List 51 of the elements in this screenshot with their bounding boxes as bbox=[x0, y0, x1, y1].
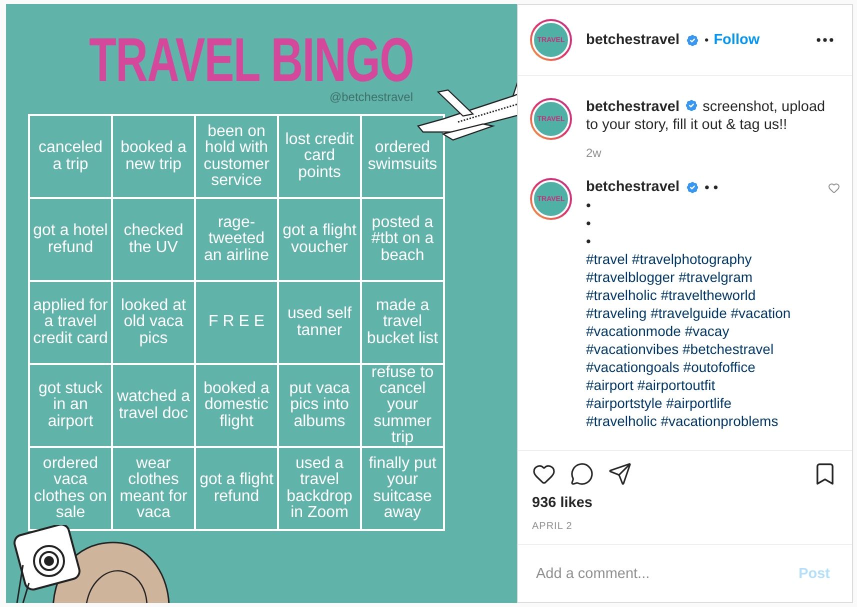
hashtag-line[interactable]: #vacationgoals #outofoffice bbox=[586, 358, 814, 376]
comment-text: • bbox=[586, 232, 592, 250]
bingo-handle: @betchestravel bbox=[329, 90, 413, 104]
hashtag-line[interactable]: #vacationmode #vacay bbox=[586, 322, 814, 340]
hashtag-line[interactable]: #travelholic #traveltheworld bbox=[586, 286, 814, 304]
hashtag-line[interactable]: #airport #airportoutfit bbox=[586, 376, 814, 394]
likes-count[interactable]: 936 likes bbox=[532, 495, 838, 511]
bingo-cell: been on hold with customer service bbox=[195, 115, 278, 198]
hashtag-line[interactable]: #airportstyle #airportlife bbox=[586, 394, 814, 412]
bingo-cell: used a travel backdrop in Zoom bbox=[278, 447, 361, 530]
post-date: APRIL 2 bbox=[532, 521, 574, 532]
hashtag-line[interactable]: #travel #travelphotography bbox=[586, 250, 814, 268]
username[interactable]: betchestravel bbox=[586, 179, 680, 195]
bingo-cell: watched a travel doc bbox=[112, 364, 195, 447]
post-age: 2w bbox=[586, 146, 602, 160]
like-icon[interactable] bbox=[532, 462, 556, 486]
bingo-cell: rage-tweeted an airline bbox=[195, 198, 278, 281]
bingo-cell: made a travel bucket list bbox=[361, 281, 444, 364]
bingo-cell: ordered swimsuits bbox=[361, 115, 444, 198]
hashtag-line[interactable]: #travelblogger #travelgram bbox=[586, 268, 814, 286]
bingo-cell: got a hotel refund bbox=[29, 198, 112, 281]
username[interactable]: betchestravel bbox=[586, 32, 680, 48]
bingo-cell: finally put your suitcase away bbox=[361, 447, 444, 530]
like-comment-icon[interactable] bbox=[828, 182, 840, 194]
bingo-cell: applied for a travel credit card bbox=[29, 281, 112, 364]
bingo-cell: checked the UV bbox=[112, 198, 195, 281]
share-icon[interactable] bbox=[608, 462, 632, 486]
bingo-cell: F R E E bbox=[195, 281, 278, 364]
bingo-cell: put vaca pics into albums bbox=[278, 364, 361, 447]
bingo-cell: canceled a trip bbox=[29, 115, 112, 198]
hashtag-line[interactable]: #travelholic #vacationproblems bbox=[586, 412, 814, 430]
comment-text: • bbox=[586, 196, 592, 214]
bingo-title: TRAVEL BINGO bbox=[89, 30, 414, 92]
bingo-cell: used self tanner bbox=[278, 281, 361, 364]
bingo-cell: got a flight refund bbox=[195, 447, 278, 530]
bingo-cell: lost credit card points bbox=[278, 115, 361, 198]
bingo-cell: booked a new trip bbox=[112, 115, 195, 198]
bingo-cell: booked a domestic flight bbox=[195, 364, 278, 447]
bingo-cell: wear clothes meant for vaca bbox=[112, 447, 195, 530]
comment-text: • • bbox=[704, 178, 718, 196]
bingo-cell: got stuck in an airport bbox=[29, 364, 112, 447]
bingo-cell: posted a #tbt on a beach bbox=[361, 198, 444, 281]
caption-text: betchestravel screenshot, upload to your story, fill it out & tag us!! bbox=[586, 98, 826, 134]
hashtag-line[interactable]: #traveling #travelguide #vacation bbox=[586, 304, 814, 322]
bingo-cell: looked at old vaca pics bbox=[112, 281, 195, 364]
separator-dot: • bbox=[704, 33, 709, 47]
hashtag-line[interactable]: #vacationvibes #betchestravel bbox=[586, 340, 814, 358]
comment-icon[interactable] bbox=[570, 462, 594, 486]
bingo-cell: refuse to cancel your summer trip bbox=[361, 364, 444, 447]
bingo-cell: got a flight voucher bbox=[278, 198, 361, 281]
comment-text: • bbox=[586, 214, 592, 232]
